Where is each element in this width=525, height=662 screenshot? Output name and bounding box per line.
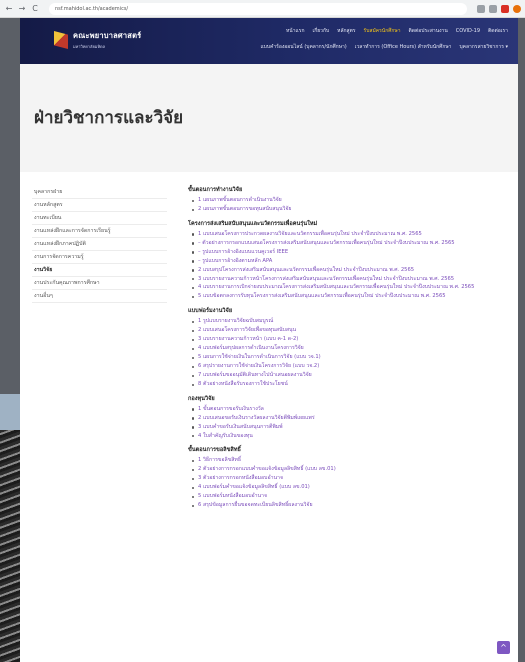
document-link[interactable]: 2 แผนภาพขั้นตอนการขอทุนสนับสนุนวิจัย (188, 206, 506, 214)
document-link[interactable]: 7 แบบฟอร์มขออนุมัติเดินทางไปนำเสนอผลงานว… (188, 372, 506, 380)
page-title: ฝ่ายวิชาการและวิจัย (34, 108, 184, 128)
document-link[interactable]: 1 ขั้นตอนการขอรับเงินรางวัล (188, 406, 506, 414)
secondary-menu: แบบคำร้องออนไลน์ (บุคลากร/นักศึกษา) เวลาท… (252, 43, 508, 51)
webpage: คณะพยาบาลศาสตร์ มหาวิทยาลัยมหิดล หน้าแรก… (20, 18, 518, 662)
logo-emblem-icon (54, 31, 68, 49)
document-link[interactable]: 5 แบบฟอร์มหนังสือมอบอำนาจ (188, 493, 506, 501)
sidebar-item[interactable]: บุคลากรฝ่าย (32, 186, 167, 199)
document-link[interactable]: 2 แบบสรุปโครงการส่งเสริมสนับสนุนและนวัตก… (188, 267, 506, 275)
document-link[interactable]: 4 แบบฟอร์มคำขอแจ้งข้อมูลลิขสิทธิ์ (แบบ ล… (188, 484, 506, 492)
sidebar-item[interactable]: งานหลักสูตร (32, 199, 167, 212)
site-header: คณะพยาบาลศาสตร์ มหาวิทยาลัยมหิดล หน้าแรก… (20, 18, 518, 64)
document-link[interactable]: 6 สรุปรายงานการใช้จ่ายเงินโครงการวิจัย (… (188, 363, 506, 371)
forward-arrow-icon[interactable]: → (17, 4, 27, 14)
main-menu-item[interactable]: เกี่ยวกับ (312, 27, 329, 35)
document-link[interactable]: 3 แบบรายงานความก้าวหน้า (แบบ ค-1 ด-2) (188, 336, 506, 344)
document-link[interactable]: 3 แบบคำขอรับเงินสนับสนุนการตีพิมพ์ (188, 424, 506, 432)
desktop-background (0, 430, 20, 662)
reload-icon[interactable]: C (30, 4, 40, 14)
section-heading: ขั้นตอนการขอลิขสิทธิ์ (188, 447, 241, 454)
section-heading: ขั้นตอนการทำงานวิจัย (188, 187, 243, 193)
document-link[interactable]: 3 แบบรายงานความก้าวหน้าโครงการส่งเสริมสน… (188, 276, 506, 284)
title-band: ฝ่ายวิชาการและวิจัย (20, 64, 518, 172)
document-link[interactable]: 2 ตัวอย่างการกรอกแบบคำขอแจ้งข้อมูลลิขสิท… (188, 466, 506, 474)
document-link[interactable]: 4 ใบสำคัญรับเงินของทุน (188, 433, 506, 441)
secondary-menu-item[interactable]: เวลาทำการ (Office Hours) สำหรับนักศึกษา (355, 43, 452, 51)
document-link[interactable]: – ตัวอย่างการกรอกแบบเสนอโครงการส่งเสริมส… (188, 240, 506, 248)
main-menu-item[interactable]: หน้าแรก (286, 27, 304, 35)
main-menu-item[interactable]: รับสมัครนักศึกษา (364, 27, 401, 35)
site-logo[interactable]: คณะพยาบาลศาสตร์ มหาวิทยาลัยมหิดล (54, 30, 141, 50)
secondary-menu-item[interactable]: แบบคำร้องออนไลน์ (บุคลากร/นักศึกษา) (260, 43, 346, 51)
logo-subtitle: มหาวิทยาลัยมหิดล (73, 44, 106, 49)
document-link[interactable]: 2 แบบเสนอขอรับเงินรางวัลผลงานวิจัยตีพิมพ… (188, 415, 506, 423)
address-bar[interactable]: nsf.mahidol.ac.th/academics/ (49, 2, 467, 15)
main-menu-item[interactable]: ติดต่อเรา (488, 27, 508, 35)
document-link[interactable]: 5 แผนการใช้จ่ายเงินในการดำเนินการวิจัย (… (188, 354, 506, 362)
logo-title: คณะพยาบาลศาสตร์ (73, 31, 142, 40)
sidebar-item[interactable]: งานอื่นๆ (32, 290, 167, 303)
document-link[interactable]: 3 ตัวอย่างการกรอกหนังสือมอบอำนาจ (188, 475, 506, 483)
document-link[interactable]: 2 แบบเสนอโครงการวิจัยเพื่อขอทุนสนับสนุน (188, 327, 506, 335)
browser-toolbar: ← → C nsf.mahidol.ac.th/academics/ (0, 0, 525, 18)
document-link[interactable]: 1 วิธีการขอลิขสิทธิ์ (188, 457, 506, 465)
back-arrow-icon[interactable]: ← (4, 4, 14, 14)
document-link-list: 1 แบบเสนอโครงการประกวดผลงานวิจัยและนวัตก… (188, 231, 506, 301)
document-link[interactable]: 5 แบบข้อตกลงการรับทุนโครงการส่งเสริมสนับ… (188, 293, 506, 301)
section-heading: โครงการส่งเสริมสนับสนุนและนวัตกรรมเพื่อค… (188, 220, 318, 227)
sidebar-item[interactable]: งานประกันคุณภาพการศึกษา (32, 277, 167, 290)
main-menu: หน้าแรก เกี่ยวกับ หลักสูตร รับสมัครนักศึกษา… (278, 27, 508, 35)
sidebar-item[interactable]: งานแหล่งฝึกภาคปฏิบัติ (32, 238, 167, 251)
main-content: ขั้นตอนการทำงานวิจัย 1 แผนภาพขั้นตอนการดำ… (188, 186, 506, 516)
sidebar-item[interactable]: งานวิจัย (32, 264, 167, 277)
extension-icon[interactable] (477, 4, 485, 13)
scroll-to-top-button[interactable]: ^ (497, 641, 510, 654)
document-link[interactable]: 1 รูปแบบรายงานวิจัยฉบับสมบูรณ์ (188, 318, 506, 326)
document-link[interactable]: 6 สรุปข้อมูลการยื่นขอจดทะเบียนลิขสิทธิ์ผ… (188, 502, 506, 510)
document-link[interactable]: – รูปแบบการอ้างอิงตามหลัก APA (188, 258, 506, 266)
sidebar-item[interactable]: งานแหล่งฝึกและการจัดการเรียนรู้ (32, 225, 167, 238)
document-link[interactable]: 1 แผนภาพขั้นตอนการดำเนินงานวิจัย (188, 197, 506, 205)
document-link-list: 1 วิธีการขอลิขสิทธิ์ 2 ตัวอย่างการกรอกแบบ… (188, 457, 506, 510)
address-bar-url: nsf.mahidol.ac.th/academics/ (55, 5, 129, 12)
bookmark-star-icon[interactable] (489, 4, 497, 13)
document-link[interactable]: 1 แบบเสนอโครงการประกวดผลงานวิจัยและนวัตก… (188, 231, 506, 239)
main-menu-item[interactable]: COVID-19 (456, 28, 480, 34)
document-link-list: 1 ขั้นตอนการขอรับเงินรางวัล 2 แบบเสนอขอรั… (188, 406, 506, 441)
document-link-list: 1 รูปแบบรายงานวิจัยฉบับสมบูรณ์ 2 แบบเสนอโ… (188, 318, 506, 388)
document-link[interactable]: 8 ตัวอย่างหนังสือรับรองการใช้ประโยชน์ (188, 381, 506, 389)
document-link[interactable]: 4 แบบรายงานการเบิกจ่ายงบประมาณโครงการส่ง… (188, 284, 506, 292)
document-link[interactable]: – รูปแบบการอ้างอิงแบบแวนคูเวอร์ IEEE (188, 249, 506, 257)
section-heading: กองทุนวิจัย (188, 395, 215, 402)
desktop-background-sky (0, 394, 20, 430)
secondary-menu-item[interactable]: บุคลากรสายวิชาการ ▾ (459, 43, 508, 51)
document-link-list: 1 แผนภาพขั้นตอนการดำเนินงานวิจัย 2 แผนภาพ… (188, 197, 506, 214)
main-menu-item[interactable]: หลักสูตร (337, 27, 355, 35)
profile-avatar-icon[interactable] (513, 4, 521, 13)
content-area: บุคลากรฝ่าย งานหลักสูตร งานทะเบียน งานแหล่ง… (20, 172, 518, 662)
sidebar-item[interactable]: งานการจัดการความรู้ (32, 251, 167, 264)
extension-red-icon[interactable] (501, 4, 509, 13)
sidebar-item[interactable]: งานทะเบียน (32, 212, 167, 225)
document-link[interactable]: 4 แบบฟอร์มสรุปผลการดำเนินงานโครงการวิจัย (188, 345, 506, 353)
section-heading: แบบฟอร์มงานวิจัย (188, 308, 233, 315)
sidebar-nav: บุคลากรฝ่าย งานหลักสูตร งานทะเบียน งานแหล่ง… (32, 186, 167, 303)
main-menu-item[interactable]: ติดต่อประสานงาน (409, 27, 448, 35)
